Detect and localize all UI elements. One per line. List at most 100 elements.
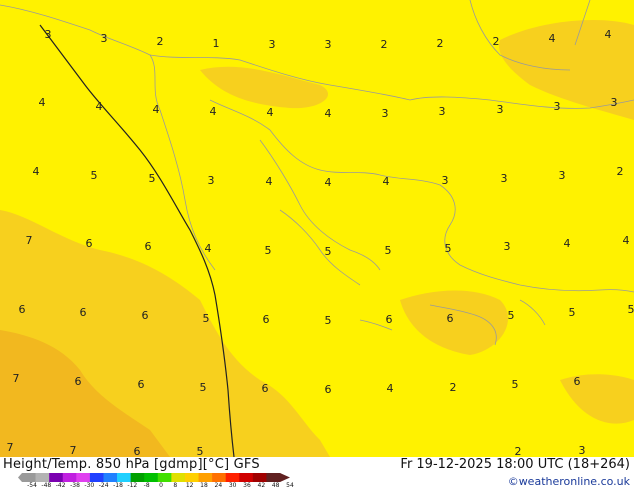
color-scale-segment (144, 473, 159, 482)
temperature-label: 4 (39, 96, 46, 109)
temperature-label: 3 (269, 38, 276, 51)
color-scale-segment (49, 473, 64, 482)
temperature-map: 3 3 2 1 3 3 2 2 2 4 4 4 4 4 4 4 4 3 3 3 3 3 4 5 5 3 4 4 4 3 3 3 2 7 6 6 4 5 5 5… (0, 0, 634, 457)
temperature-label: 5 (91, 169, 98, 182)
temperature-label: 7 (70, 444, 77, 457)
temperature-label: 6 (386, 313, 393, 326)
temperature-label: 6 (447, 312, 454, 325)
temperature-label: 4 (383, 175, 390, 188)
color-scale-segment (35, 473, 50, 482)
color-scale-segment (76, 473, 91, 482)
color-scale-tick: 30 (228, 482, 237, 489)
temperature-label: 4 (266, 175, 273, 188)
temperature-label: 3 (208, 174, 215, 187)
temperature-label: 4 (210, 105, 217, 118)
temperature-label: 2 (515, 445, 522, 457)
color-scale-tick: 24 (214, 482, 223, 489)
temperature-label: 7 (7, 441, 14, 454)
temperature-label: 3 (611, 96, 618, 109)
color-scale-segment (212, 473, 226, 482)
temperature-label: 3 (501, 172, 508, 185)
temperature-label: 6 (80, 306, 87, 319)
temperature-label: 5 (508, 309, 515, 322)
color-scale-tick: 54 (286, 482, 294, 489)
temperature-label: 5 (325, 314, 332, 327)
temperature-label: 5 (569, 306, 576, 319)
temperature-label: 2 (381, 38, 388, 51)
temperature-label: 3 (442, 174, 449, 187)
temperature-label: 2 (437, 37, 444, 50)
color-scale-tick: 18 (200, 482, 208, 489)
temperature-label: 5 (512, 378, 519, 391)
temperature-label: 2 (157, 35, 164, 48)
color-scale-bar (18, 473, 290, 482)
forecast-datetime: Fr 19-12-2025 18:00 UTC (18+264) (400, 457, 630, 472)
color-scale-segment (130, 473, 145, 482)
temperature-label: 5 (200, 381, 207, 394)
color-scale-tick: -30 (84, 482, 95, 489)
temperature-label: 3 (325, 38, 332, 51)
temperature-label: 7 (26, 234, 33, 247)
temperature-label: 7 (13, 372, 20, 385)
map-title: Height/Temp. 850 hPa [gdmp][°C] GFS (3, 457, 260, 472)
temperature-label: 4 (205, 242, 212, 255)
temperature-label: 2 (450, 381, 457, 394)
color-scale-tick: -38 (70, 482, 80, 489)
temperature-label: 4 (96, 100, 103, 113)
temperature-label: 5 (628, 303, 634, 316)
temperature-label: 6 (86, 237, 93, 250)
map-footer: Height/Temp. 850 hPa [gdmp][°C] GFS Fr 1… (0, 457, 634, 490)
temperature-label: 4 (549, 32, 556, 45)
temperature-label: 3 (382, 107, 389, 120)
temperature-label: 5 (325, 245, 332, 258)
temperature-label: 6 (574, 375, 581, 388)
temperature-label: 6 (75, 375, 82, 388)
temperature-label: 3 (101, 32, 108, 45)
color-scale-tick: 48 (271, 482, 280, 489)
temperature-label: 4 (387, 382, 394, 395)
temperature-label: 2 (493, 35, 500, 48)
color-scale-tick: 12 (185, 482, 194, 489)
temperature-label: 6 (19, 303, 26, 316)
temperature-label: 3 (579, 444, 586, 457)
temperature-label: 6 (262, 382, 269, 395)
color-scale-segment (198, 473, 213, 482)
weather-map-view: 3321332224444444433333455344433327664555… (0, 0, 634, 490)
color-scale-tick: -24 (98, 482, 109, 489)
credit-link[interactable]: ©weatheronline.co.uk (508, 475, 630, 488)
temperature-label: 6 (142, 309, 149, 322)
color-scale-tick: 36 (243, 482, 251, 489)
color-scale-segment (89, 473, 104, 482)
temperature-label: 5 (385, 244, 392, 257)
color-scale-tick: 42 (257, 482, 266, 489)
temperature-label: 5 (203, 312, 210, 325)
color-scale-segment (117, 473, 131, 482)
color-scale-segment (266, 473, 281, 482)
color-scale-tick: -54 (27, 482, 37, 489)
temperature-label: 6 (145, 240, 152, 253)
color-scale-segment (22, 473, 36, 482)
color-scale-segment (225, 473, 240, 482)
color-scale-segment (62, 473, 77, 482)
color-scale-tick: 8 (173, 482, 178, 489)
temperature-label: 5 (445, 242, 452, 255)
color-scale-segment (252, 473, 267, 482)
color-scale-segment (184, 473, 199, 482)
temperature-label: 4 (605, 28, 612, 41)
temperature-label: 4 (623, 234, 630, 247)
temperature-label: 3 (554, 100, 561, 113)
temperature-label: 3 (559, 169, 566, 182)
temperature-label: 6 (138, 378, 145, 391)
temperature-label: 6 (263, 313, 270, 326)
temperature-label: 4 (325, 107, 332, 120)
color-scale-segment (157, 473, 172, 482)
temperature-label: 4 (267, 106, 274, 119)
temperature-label: 5 (197, 445, 204, 457)
temperature-label: 5 (149, 172, 156, 185)
temperature-label: 4 (325, 176, 332, 189)
color-scale-segment (103, 473, 118, 482)
temperature-label: 6 (325, 383, 332, 396)
color-scale-ticks: -54 -48 -42 -38 -30 -24 -18 -12 -8 0 8 12 18 24 30 36 42… (10, 482, 300, 490)
color-scale-segment (171, 473, 186, 482)
temperature-label: 3 (504, 240, 511, 253)
